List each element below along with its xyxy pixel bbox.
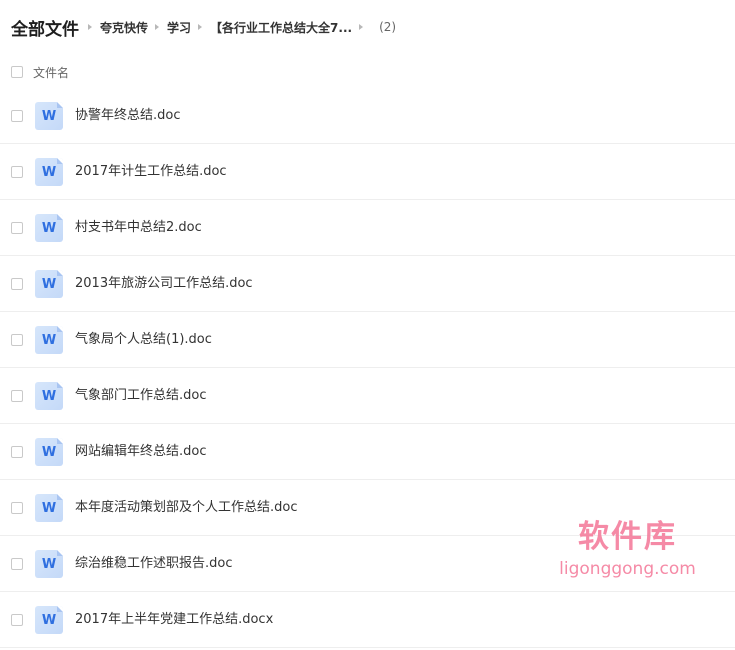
breadcrumb-root[interactable]: 全部文件 <box>11 15 79 40</box>
word-icon-letter: W <box>41 556 57 572</box>
file-name[interactable]: 2017年上半年党建工作总结.docx <box>75 592 273 647</box>
file-row[interactable]: W 2013年旅游公司工作总结.doc <box>0 256 735 312</box>
breadcrumb-separator-icon <box>359 24 364 30</box>
word-icon-letter: W <box>41 220 57 236</box>
word-document-icon: W <box>35 438 63 466</box>
select-all-checkbox[interactable] <box>11 66 23 78</box>
file-checkbox[interactable] <box>11 334 23 346</box>
file-checkbox[interactable] <box>11 166 23 178</box>
word-icon-letter: W <box>41 108 57 124</box>
file-row[interactable]: W 本年度活动策划部及个人工作总结.doc <box>0 480 735 536</box>
word-icon-letter: W <box>41 388 57 404</box>
file-row[interactable]: W 气象局个人总结(1).doc <box>0 312 735 368</box>
file-row[interactable]: W 综治维稳工作述职报告.doc <box>0 536 735 592</box>
breadcrumb: 全部文件 夸克快传 学习 【各行业工作总结大全7... (2) <box>11 14 396 40</box>
file-name[interactable]: 本年度活动策划部及个人工作总结.doc <box>75 480 298 535</box>
file-checkbox[interactable] <box>11 390 23 402</box>
name-column-header[interactable]: 文件名 <box>33 64 69 81</box>
file-row[interactable]: W 2017年上半年党建工作总结.docx <box>0 592 735 648</box>
breadcrumb-separator-icon <box>198 24 203 30</box>
file-name[interactable]: 网站编辑年终总结.doc <box>75 424 207 479</box>
breadcrumb-item-study[interactable]: 学习 <box>167 19 191 36</box>
file-checkbox[interactable] <box>11 558 23 570</box>
file-name[interactable]: 气象部门工作总结.doc <box>75 368 207 423</box>
file-row[interactable]: W 协警年终总结.doc <box>0 88 735 144</box>
file-checkbox[interactable] <box>11 110 23 122</box>
word-document-icon: W <box>35 102 63 130</box>
word-icon-letter: W <box>41 612 57 628</box>
breadcrumb-separator-icon <box>88 24 92 30</box>
file-checkbox[interactable] <box>11 222 23 234</box>
word-icon-letter: W <box>41 500 57 516</box>
word-document-icon: W <box>35 326 63 354</box>
file-row[interactable]: W 气象部门工作总结.doc <box>0 368 735 424</box>
word-icon-letter: W <box>41 444 57 460</box>
file-checkbox[interactable] <box>11 614 23 626</box>
breadcrumb-count: (2) <box>379 20 397 34</box>
list-header: 文件名 <box>11 64 69 80</box>
word-icon-letter: W <box>41 332 57 348</box>
file-checkbox[interactable] <box>11 502 23 514</box>
word-document-icon: W <box>35 382 63 410</box>
file-name[interactable]: 气象局个人总结(1).doc <box>75 312 212 367</box>
word-icon-letter: W <box>41 164 57 180</box>
breadcrumb-item-quark-transfer[interactable]: 夸克快传 <box>100 19 148 36</box>
file-row[interactable]: W 2017年计生工作总结.doc <box>0 144 735 200</box>
word-document-icon: W <box>35 214 63 242</box>
word-document-icon: W <box>35 606 63 634</box>
word-document-icon: W <box>35 270 63 298</box>
file-name[interactable]: 综治维稳工作述职报告.doc <box>75 536 233 591</box>
file-checkbox[interactable] <box>11 446 23 458</box>
file-name[interactable]: 协警年终总结.doc <box>75 88 181 143</box>
file-row[interactable]: W 网站编辑年终总结.doc <box>0 424 735 480</box>
file-name[interactable]: 2017年计生工作总结.doc <box>75 144 227 199</box>
file-list: W 协警年终总结.doc W 2017年计生工作总结.doc W 村支书年中总结… <box>0 88 735 648</box>
file-name[interactable]: 2013年旅游公司工作总结.doc <box>75 256 253 311</box>
word-document-icon: W <box>35 550 63 578</box>
file-checkbox[interactable] <box>11 278 23 290</box>
word-document-icon: W <box>35 158 63 186</box>
file-name[interactable]: 村支书年中总结2.doc <box>75 200 202 255</box>
word-icon-letter: W <box>41 276 57 292</box>
file-row[interactable]: W 村支书年中总结2.doc <box>0 200 735 256</box>
breadcrumb-item-current-folder[interactable]: 【各行业工作总结大全7... <box>210 19 352 36</box>
word-document-icon: W <box>35 494 63 522</box>
breadcrumb-separator-icon <box>155 24 160 30</box>
file-browser-page: 全部文件 夸克快传 学习 【各行业工作总结大全7... (2) 文件名 W 协警… <box>0 0 735 650</box>
